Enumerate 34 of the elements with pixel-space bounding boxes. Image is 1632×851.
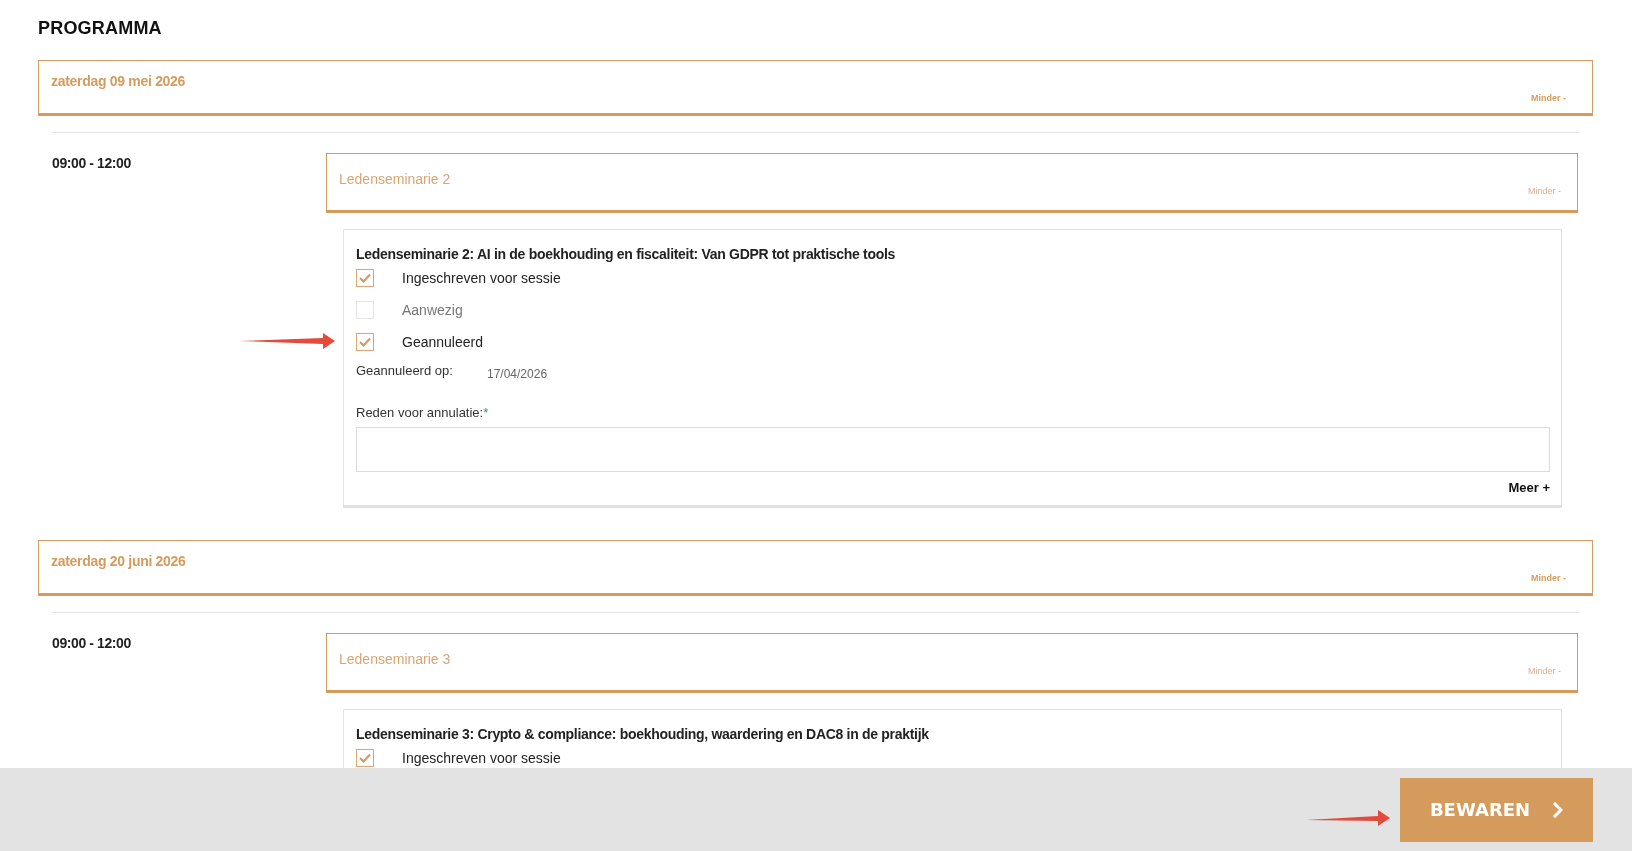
collapse-link[interactable]: Minder -	[1531, 573, 1566, 583]
day-header[interactable]: zaterdag 09 mei 2026 Minder -	[38, 60, 1593, 116]
more-link[interactable]: Meer +	[1508, 480, 1550, 495]
check-icon	[359, 337, 371, 347]
checkbox[interactable]	[356, 749, 374, 767]
reason-field[interactable]	[356, 427, 1550, 472]
check-icon	[359, 273, 371, 283]
session-name: Ledenseminarie 2	[339, 171, 451, 187]
cancelled-on-label: Geannuleerd op:	[356, 364, 454, 378]
day-date: zaterdag 09 mei 2026	[51, 73, 186, 89]
session-header[interactable]: Ledenseminarie 2 Minder -	[326, 153, 1578, 213]
collapse-link[interactable]: Minder -	[1528, 186, 1561, 196]
time-range: 09:00 - 12:00	[52, 154, 132, 171]
save-button[interactable]: BEWAREN	[1400, 777, 1593, 842]
cancelled-on-date: 17/04/2026	[487, 366, 548, 381]
checkbox-label: Aanwezig	[402, 302, 463, 318]
checkbox-label: Ingeschreven voor sessie	[402, 270, 561, 286]
day-date: zaterdag 20 juni 2026	[51, 553, 186, 569]
checkbox-label: Geannuleerd	[402, 334, 483, 350]
time-range: 09:00 - 12:00	[52, 634, 132, 651]
session-header[interactable]: Ledenseminarie 3 Minder -	[326, 633, 1578, 693]
chevron-right-icon	[1552, 801, 1564, 818]
page-heading: PROGRAMMA	[38, 18, 162, 39]
collapse-link[interactable]: Minder -	[1528, 666, 1561, 676]
checkbox[interactable]	[356, 333, 374, 351]
reason-label: Reden voor annulatie:*	[356, 405, 489, 420]
checkbox-label: Ingeschreven voor sessie	[402, 750, 561, 766]
session-name: Ledenseminarie 3	[339, 651, 451, 667]
collapse-link[interactable]: Minder -	[1531, 93, 1566, 103]
checkbox[interactable]	[356, 269, 374, 287]
session-title: Ledenseminarie 2: AI in de boekhouding en fiscaliteit: Van GDPR tot praktische tools	[356, 246, 897, 262]
day-header[interactable]: zaterdag 20 juni 2026 Minder -	[38, 540, 1593, 596]
session-title: Ledenseminarie 3: Crypto & compliance: boekhouding, waardering en DAC8 in de praktijk	[356, 726, 930, 742]
check-icon	[359, 753, 371, 763]
